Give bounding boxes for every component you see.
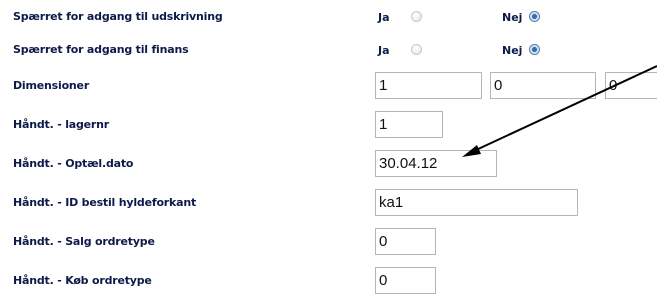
annotation-arrow	[462, 65, 657, 157]
